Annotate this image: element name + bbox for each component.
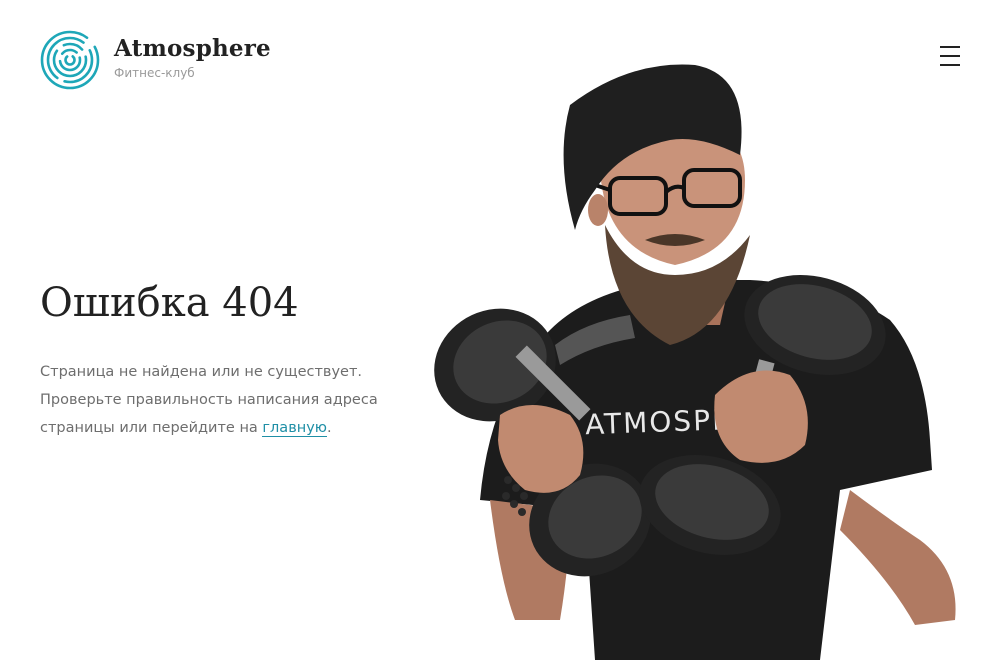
brand-text: Atmosphere Фитнес-клуб (114, 35, 271, 81)
error-title: Ошибка 404 (40, 280, 299, 326)
error-message-line-1: Страница не найдена или не существует. (40, 364, 363, 380)
error-message-line-3: страницы или перейдите на главную. (40, 420, 332, 437)
atmosphere-logo-icon (40, 30, 100, 90)
hamburger-icon (940, 46, 960, 48)
error-message-line-2: Проверьте правильность написания адреса (40, 392, 378, 408)
brand-name: Atmosphere (114, 34, 271, 62)
hero-photo: ATMOSPHE (434, 64, 956, 660)
brand-logo[interactable]: Atmosphere Фитнес-клуб (40, 30, 271, 90)
brand-tagline: Фитнес-клуб (114, 65, 195, 80)
error-message: Страница не найдена или не существует. П… (40, 358, 420, 442)
home-link[interactable]: главную (262, 420, 328, 437)
